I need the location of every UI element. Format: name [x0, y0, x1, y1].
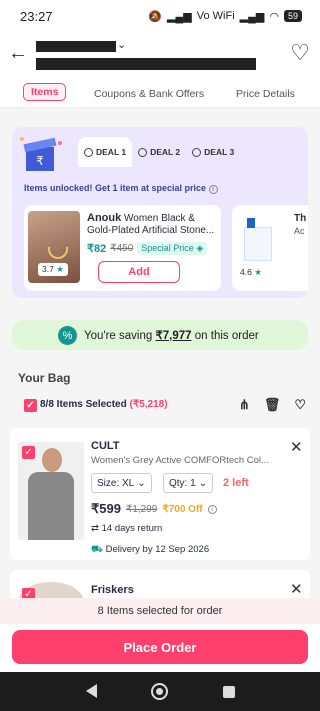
- delete-icon[interactable]: 🗑: [264, 397, 281, 413]
- price-row: ₹82 ₹450 Special Price ◈: [87, 242, 208, 255]
- checkout-tabs: Items Coupons & Bank Offers Price Detail…: [0, 78, 320, 108]
- signal-icon-2: ▂▄▆: [239, 10, 265, 23]
- info-icon[interactable]: i: [207, 504, 217, 514]
- clock-icon: [192, 147, 202, 157]
- bag-selection-row: ✓ 8/8 Items Selected (₹5,218) ⋔ 🗑 ♡: [18, 397, 308, 414]
- remove-item-icon[interactable]: ✕: [290, 438, 303, 456]
- system-nav-bar: [0, 672, 320, 711]
- nav-home-icon[interactable]: [151, 683, 168, 700]
- back-arrow-icon[interactable]: ←: [8, 42, 28, 65]
- signal-icon: ▂▄▆: [167, 10, 192, 23]
- tag-icon: ◈: [196, 243, 204, 253]
- footer: Place Order: [0, 624, 320, 672]
- redacted-title: [36, 41, 116, 52]
- select-all-checkbox[interactable]: ✓: [24, 399, 37, 412]
- savings-text: You're saving ₹7,977 on this order: [84, 330, 259, 342]
- delivery-date: ⛟ Delivery by 12 Sep 2026: [91, 544, 210, 555]
- add-button[interactable]: Add: [98, 261, 180, 283]
- product-brand: Th: [294, 213, 307, 224]
- item-mrp: ₹1,299: [125, 503, 158, 515]
- product-name: Ac: [294, 226, 305, 236]
- redacted-address: [36, 58, 256, 70]
- return-arrow-icon: ⇄: [91, 523, 99, 534]
- deal-card: ₹ DEAL 1 DEAL 2 DEAL 3 Items unlocked! G…: [12, 127, 308, 298]
- special-price-badge: Special Price ◈: [137, 242, 208, 255]
- deal-item-card: 3.7 ★ Anouk Women Black & Gold-Plated Ar…: [24, 205, 221, 291]
- gift-box-icon: ₹: [20, 137, 62, 171]
- info-icon[interactable]: i: [208, 185, 218, 194]
- nav-back-icon[interactable]: [86, 684, 97, 698]
- product-image[interactable]: [244, 218, 272, 261]
- status-bar: 23:27 🔕 ▂▄▆ Vo WiFi ▂▄▆ ◠ 59: [0, 0, 320, 32]
- wishlist-heart-icon[interactable]: ♡: [290, 40, 310, 66]
- status-time: 23:27: [20, 8, 53, 24]
- deal-unlocked-text: Items unlocked! Get 1 item at special pr…: [24, 183, 218, 194]
- deal-mrp: ₹450: [110, 243, 134, 254]
- selection-summary: 8 Items selected for order: [0, 598, 320, 624]
- app-bar: ← ⌄ ♡: [0, 32, 320, 78]
- size-dropdown[interactable]: Size: XL ⌄: [91, 473, 152, 493]
- tab-items[interactable]: Items: [23, 83, 67, 101]
- selected-count: 8/8 Items Selected (₹5,218): [40, 399, 168, 410]
- product-brand: Anouk Women Black &: [87, 212, 195, 224]
- truck-icon: ⛟: [91, 544, 103, 555]
- tab-price-details[interactable]: Price Details: [236, 88, 295, 100]
- wishlist-move-icon[interactable]: ♡: [294, 397, 306, 413]
- nav-recents-icon[interactable]: [223, 686, 235, 698]
- model-tshirt: [28, 472, 74, 540]
- rating-badge: 3.7 ★: [38, 263, 68, 276]
- mute-icon: 🔕: [148, 10, 163, 23]
- item-checkbox[interactable]: ✓: [22, 446, 35, 459]
- share-icon[interactable]: ⋔: [239, 397, 250, 413]
- tab-coupons[interactable]: Coupons & Bank Offers: [94, 88, 204, 100]
- star-icon: ★: [254, 267, 262, 277]
- item-price: ₹599: [91, 501, 121, 516]
- clock-icon: [138, 147, 148, 157]
- percent-badge-icon: %: [58, 326, 77, 345]
- rating-badge: 4.6 ★: [240, 267, 262, 277]
- savings-banner: % You're saving ₹7,977 on this order: [12, 320, 308, 350]
- place-order-button[interactable]: Place Order: [12, 630, 308, 664]
- bag-actions: ⋔ 🗑 ♡: [239, 397, 306, 413]
- status-icons: 🔕 ▂▄▆ Vo WiFi ▂▄▆ ◠ 59: [148, 10, 302, 23]
- deal-item-card-2: 4.6 ★ Th Ac: [232, 205, 308, 291]
- star-icon: ★: [56, 264, 64, 274]
- wifi-icon: ◠: [269, 10, 279, 23]
- svg-text:₹: ₹: [36, 154, 44, 168]
- item-name: Women's Grey Active COMFORtech Col...: [91, 455, 269, 466]
- remove-item-icon[interactable]: ✕: [290, 580, 303, 598]
- item-discount: ₹700 Off: [162, 503, 203, 515]
- deal-price: ₹82: [87, 243, 107, 255]
- battery-icon: 59: [283, 10, 302, 22]
- product-name: Gold-Plated Artificial Stone...: [87, 225, 215, 236]
- return-policy: ⇄ 14 days return: [91, 523, 163, 534]
- qty-dropdown[interactable]: Qty: 1 ⌄: [163, 473, 214, 493]
- model-head: [42, 448, 62, 472]
- necklace-shape: [48, 247, 68, 259]
- tab-deal-3[interactable]: DEAL 3: [186, 137, 240, 167]
- item-brand: CULT: [91, 440, 120, 452]
- deal-tabs: DEAL 1 DEAL 2 DEAL 3: [78, 137, 240, 167]
- wifi-label: Vo WiFi: [196, 10, 235, 22]
- bag-item-card: ✓ ✕ CULT Women's Grey Active COMFORtech …: [10, 428, 310, 560]
- tab-deal-1[interactable]: DEAL 1: [78, 137, 133, 167]
- tab-deal-2[interactable]: DEAL 2: [132, 137, 186, 167]
- chevron-down-icon: ⌄: [137, 477, 146, 489]
- item-price-row: ₹599 ₹1,299 ₹700 Off i: [91, 501, 217, 517]
- chevron-down-icon: ⌄: [198, 477, 208, 489]
- clock-icon: [84, 147, 93, 157]
- item-brand: Friskers: [91, 584, 134, 596]
- bag-title: Your Bag: [18, 371, 71, 385]
- chevron-down-icon[interactable]: ⌄: [117, 38, 126, 51]
- stock-left: 2 left: [223, 477, 249, 489]
